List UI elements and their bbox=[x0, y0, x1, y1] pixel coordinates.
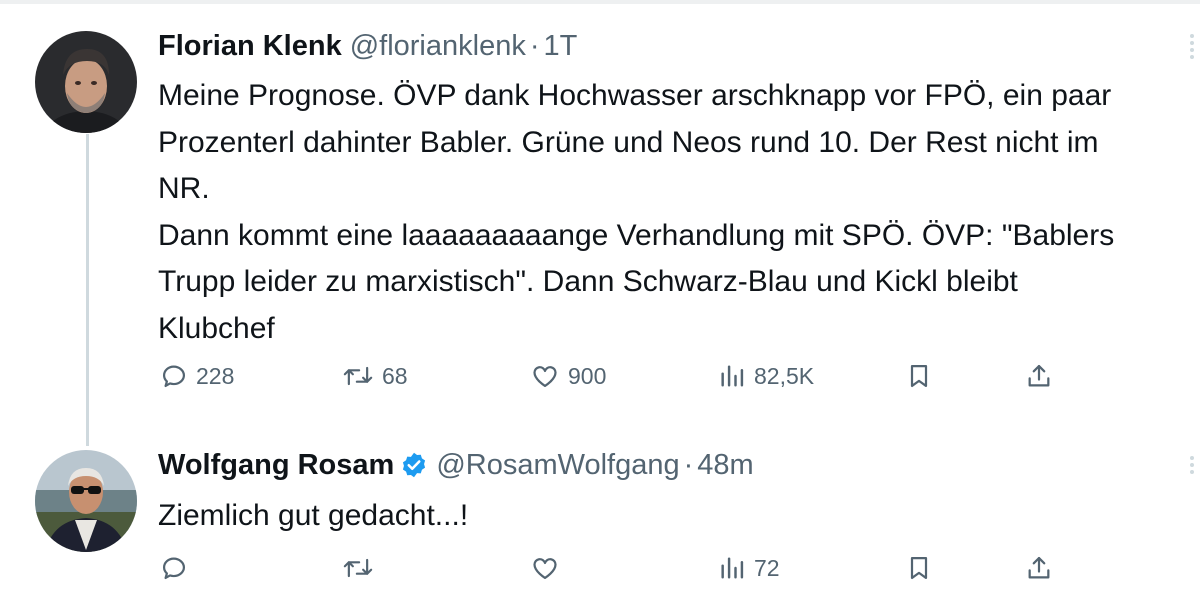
views-button[interactable]: 72 bbox=[718, 554, 780, 582]
header-separator: · bbox=[529, 30, 540, 62]
tweet-header: Florian Klenk @florianklenk · 1T bbox=[158, 29, 577, 63]
retweet-arrows-icon bbox=[342, 554, 374, 582]
reply-count: 228 bbox=[196, 362, 235, 389]
retweet-button[interactable]: 68 bbox=[342, 362, 408, 390]
bookmark-icon bbox=[905, 362, 933, 390]
like-button[interactable] bbox=[530, 554, 568, 582]
heart-icon bbox=[530, 362, 560, 390]
bar-chart-icon bbox=[718, 554, 746, 582]
tweet-text: Meine Prognose. ÖVP dank Hochwasser arsc… bbox=[158, 73, 1114, 352]
tweet-text-line: Klubchef bbox=[158, 311, 275, 345]
reply-button[interactable] bbox=[160, 554, 196, 582]
speech-bubble-icon bbox=[160, 362, 188, 390]
bar-chart-icon bbox=[718, 362, 746, 390]
tweet-timestamp[interactable]: 48m bbox=[697, 448, 753, 482]
author-handle[interactable]: @florianklenk bbox=[350, 29, 526, 63]
views-count: 82,5K bbox=[754, 362, 815, 389]
bookmark-button[interactable] bbox=[905, 554, 933, 582]
tweet-text-line: Meine Prognose. ÖVP dank Hochwasser arsc… bbox=[158, 79, 1112, 112]
author-handle[interactable]: @RosamWolfgang bbox=[436, 448, 679, 482]
verified-badge-icon bbox=[400, 451, 428, 479]
tweet-text-line: NR. bbox=[158, 172, 210, 205]
views-button[interactable]: 82,5K bbox=[718, 362, 814, 390]
retweet-arrows-icon bbox=[342, 362, 374, 390]
tweet-header: Wolfgang Rosam @RosamWolfgang · 48m bbox=[158, 448, 754, 482]
author-name[interactable]: Florian Klenk bbox=[158, 29, 342, 63]
avatar-florian-klenk[interactable] bbox=[35, 31, 137, 133]
heart-icon bbox=[530, 554, 560, 582]
tweet-text-line: Trupp leider zu marxistisch". Dann Schwa… bbox=[158, 265, 1018, 298]
like-button[interactable]: 900 bbox=[530, 362, 606, 390]
reply-button[interactable]: 228 bbox=[160, 362, 234, 390]
retweet-count: 68 bbox=[382, 362, 408, 389]
avatar-wolfgang-rosam[interactable] bbox=[35, 450, 137, 552]
tweet-text-line: Prozenterl dahinter Babler. Grüne und Ne… bbox=[158, 125, 1099, 159]
speech-bubble-icon bbox=[160, 554, 188, 582]
header-separator: · bbox=[683, 449, 694, 481]
tweet-timestamp[interactable]: 1T bbox=[544, 29, 578, 63]
more-dots-icon[interactable] bbox=[1190, 34, 1194, 62]
author-name[interactable]: Wolfgang Rosam bbox=[158, 448, 394, 482]
retweet-button[interactable] bbox=[342, 554, 382, 582]
thread-connector-line bbox=[86, 134, 89, 446]
like-count: 900 bbox=[568, 362, 607, 389]
bookmark-icon bbox=[905, 554, 933, 582]
tweet-text: Ziemlich gut gedacht...! bbox=[158, 493, 468, 540]
share-upload-icon bbox=[1025, 554, 1053, 582]
tweet-text-line: Ziemlich gut gedacht...! bbox=[158, 499, 469, 532]
share-button[interactable] bbox=[1025, 362, 1053, 390]
bookmark-button[interactable] bbox=[905, 362, 933, 390]
top-divider bbox=[0, 0, 1200, 4]
more-dots-icon[interactable] bbox=[1190, 456, 1194, 477]
views-count: 72 bbox=[754, 554, 780, 581]
share-upload-icon bbox=[1025, 362, 1053, 390]
tweet-text-line: Dann kommt eine laaaaaaaaange Verhandlun… bbox=[158, 218, 1115, 252]
share-button[interactable] bbox=[1025, 554, 1053, 582]
